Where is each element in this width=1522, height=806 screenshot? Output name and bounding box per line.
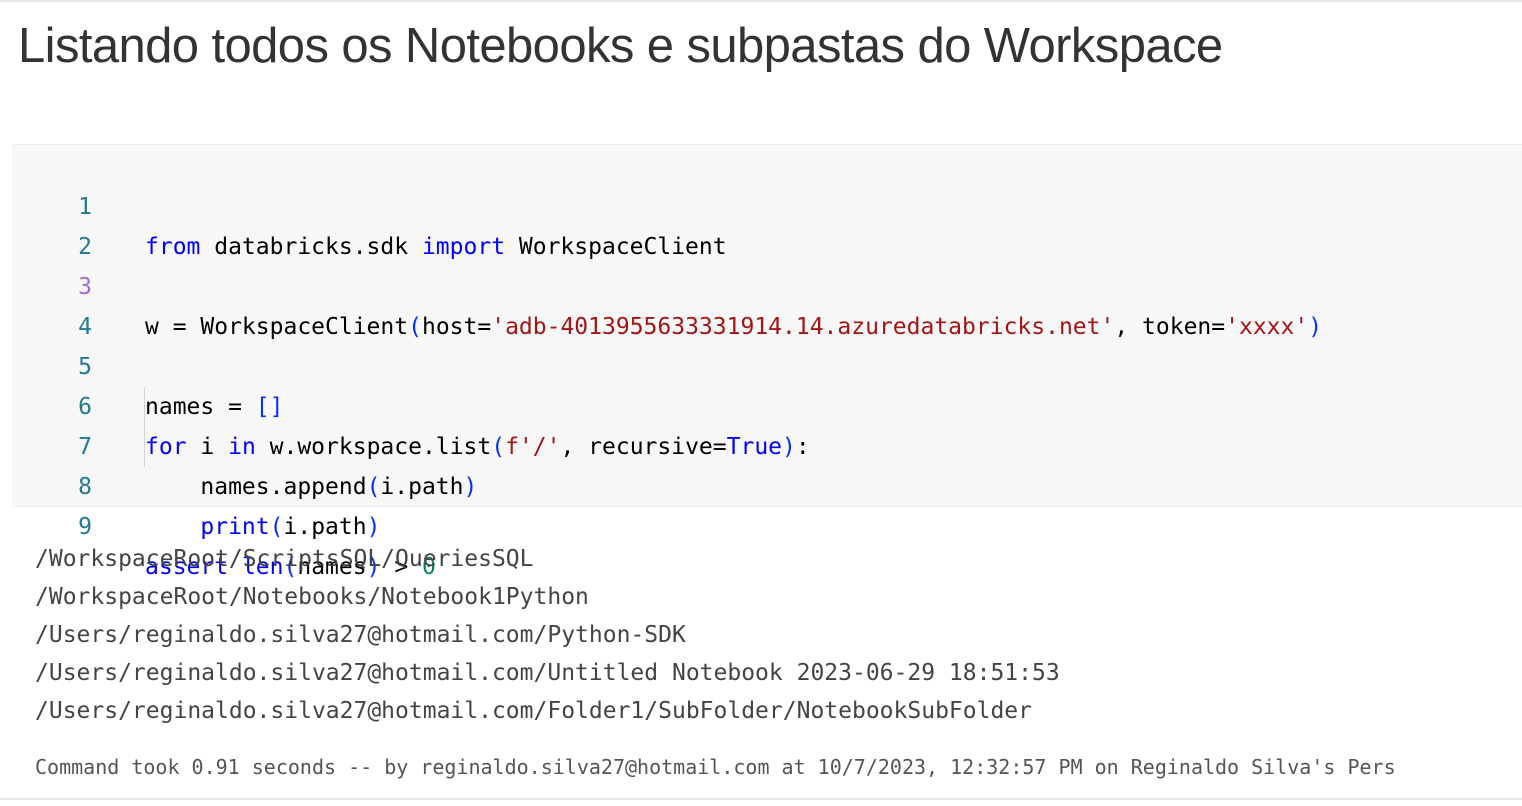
output-line: /Users/reginaldo.silva27@hotmail.com/Unt…	[35, 660, 1060, 686]
output-line: /Users/reginaldo.silva27@hotmail.com/Fol…	[35, 698, 1032, 724]
code-editor[interactable]: 1 from databricks.sdk import WorkspaceCl…	[12, 144, 1522, 580]
bracket-token: )	[366, 514, 381, 540]
markdown-heading: Listando todos os Notebooks e subpastas …	[18, 19, 1223, 73]
code-line-7[interactable]: 7 names.append(i.path)	[12, 387, 1522, 500]
code-line-9[interactable]: 9 assert len(names) > 0	[12, 467, 1522, 580]
keyword-token: print	[200, 514, 270, 540]
code-line-2[interactable]: 2	[12, 187, 1522, 260]
code-line-3[interactable]: 3 w = WorkspaceClient(host='adb-40139556…	[12, 227, 1522, 340]
code-line-6[interactable]: 6 for i in w.workspace.list(f'/', recurs…	[12, 347, 1522, 460]
code-line-4[interactable]: 4	[12, 267, 1522, 340]
cell-top-border	[0, 0, 1522, 2]
code-token: i.path	[283, 514, 367, 540]
code-line-8[interactable]: 8 print(i.path)	[12, 427, 1522, 540]
bracket-token: (	[269, 514, 284, 540]
command-info: Command took 0.91 seconds -- by reginald…	[35, 755, 1396, 779]
cell-output: /WorkspaceRoot/ScriptsSQL/QueriesSQL /Wo…	[35, 540, 1060, 730]
output-line: /Users/reginaldo.silva27@hotmail.com/Pyt…	[35, 622, 686, 648]
code-line-5[interactable]: 5 names = []	[12, 307, 1522, 420]
indent-guide	[144, 387, 145, 467]
code-line-1[interactable]: 1 from databricks.sdk import WorkspaceCl…	[12, 147, 1522, 260]
output-line: /WorkspaceRoot/ScriptsSQL/QueriesSQL	[35, 546, 534, 572]
cell-bottom-border	[0, 798, 1522, 800]
output-line: /WorkspaceRoot/Notebooks/Notebook1Python	[35, 584, 589, 610]
